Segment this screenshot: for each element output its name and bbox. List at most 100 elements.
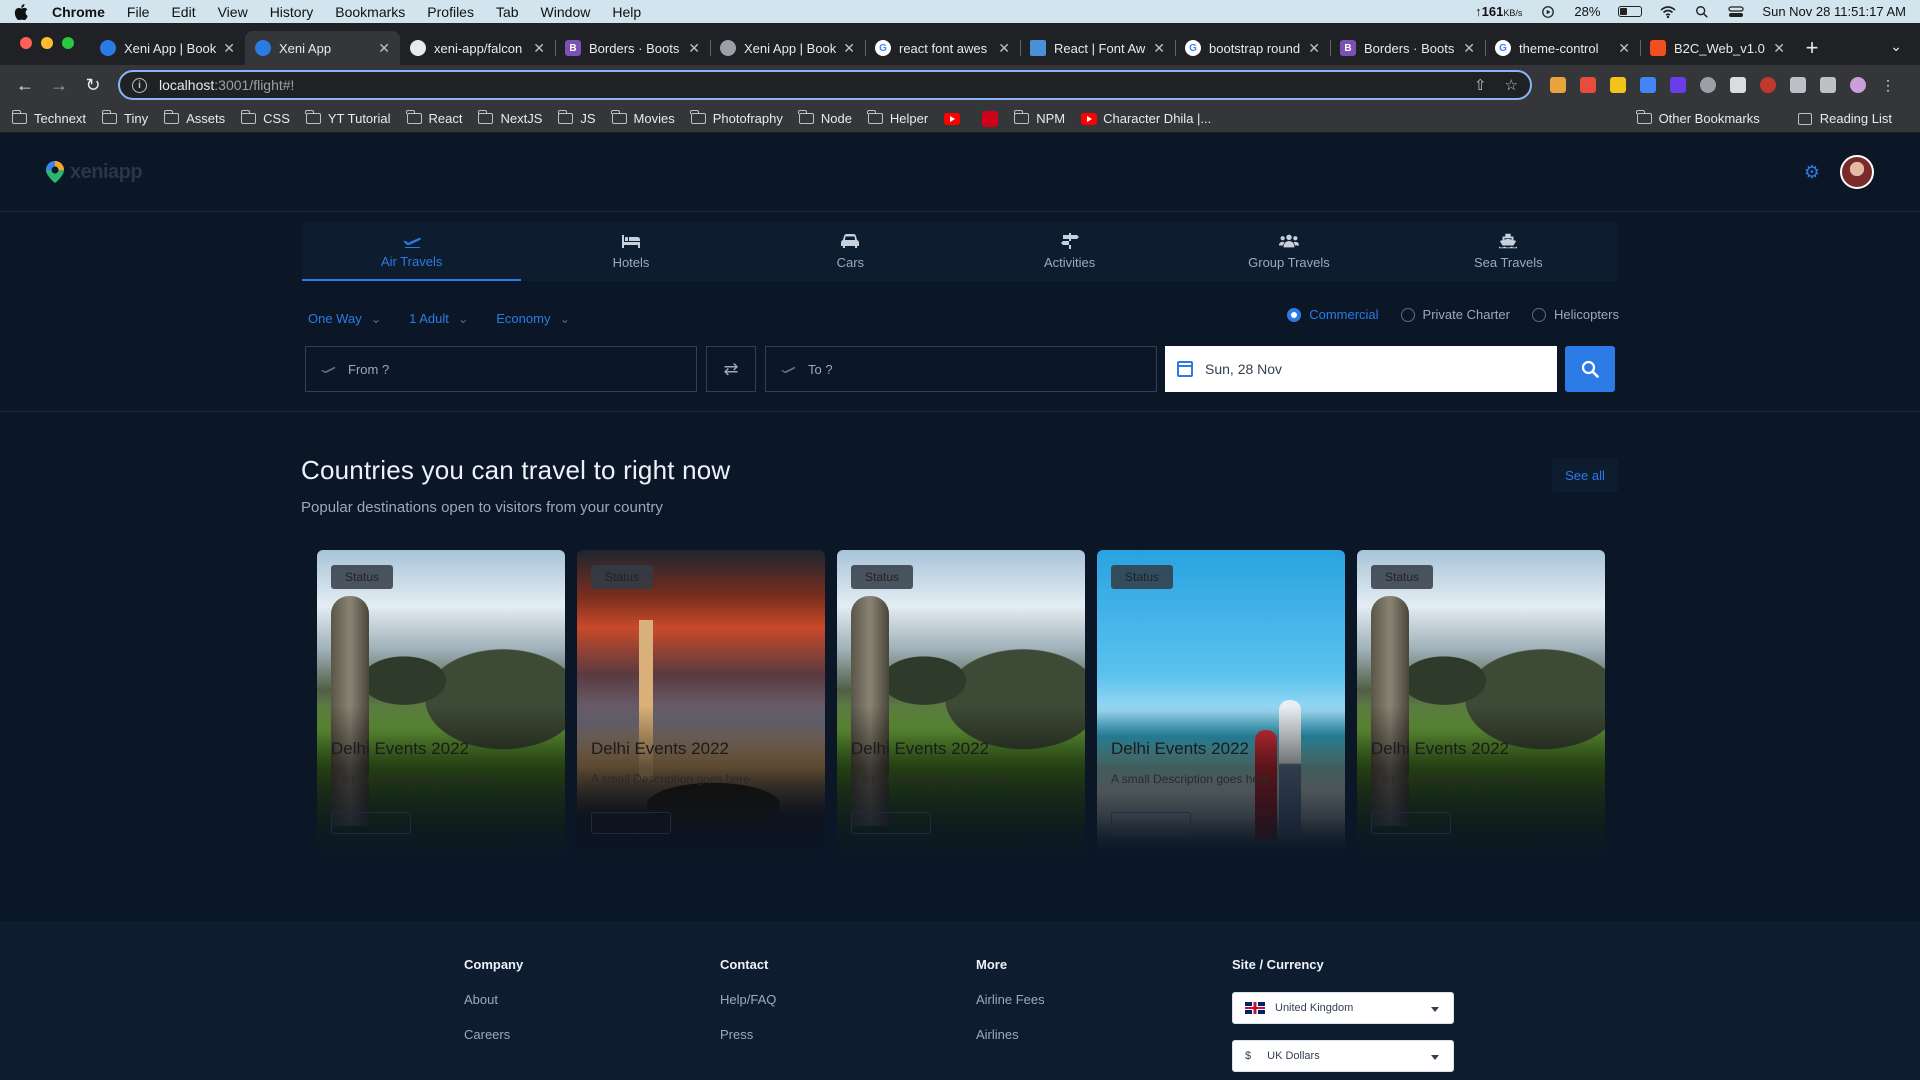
reading-list-icon[interactable]: [1820, 77, 1836, 93]
radio-helicopters[interactable]: Helicopters: [1531, 307, 1619, 322]
bookmark-red-icon[interactable]: [982, 110, 999, 127]
back-button[interactable]: ←: [10, 70, 40, 100]
browser-tab[interactable]: xeni-app/falcon ✕: [400, 31, 555, 65]
country-select[interactable]: United Kingdom: [1232, 992, 1454, 1024]
card-button[interactable]: [1111, 812, 1191, 834]
site-info-icon[interactable]: i: [132, 77, 147, 93]
other-bookmarks[interactable]: Other Bookmarks: [1636, 110, 1760, 126]
share-icon[interactable]: ⇧: [1474, 76, 1487, 94]
translate-extension-icon[interactable]: [1640, 77, 1656, 93]
close-window-button[interactable]: [20, 37, 32, 49]
bookmark-folder[interactable]: NextJS: [477, 110, 542, 126]
bookmark-folder[interactable]: Technext: [11, 110, 86, 126]
browser-tab[interactable]: Xeni App | Book ✕: [710, 31, 865, 65]
bookmark-folder[interactable]: Helper: [867, 110, 928, 126]
menu-tab[interactable]: Tab: [496, 4, 519, 20]
close-tab-icon[interactable]: ✕: [843, 40, 855, 57]
close-tab-icon[interactable]: ✕: [1463, 40, 1475, 57]
radio-commercial[interactable]: Commercial: [1287, 307, 1379, 322]
destination-card[interactable]: Status Delhi Events 2022 A small Descrip…: [317, 550, 565, 861]
card-button[interactable]: [851, 812, 931, 834]
bookmark-folder[interactable]: Photofraphy: [690, 110, 783, 126]
menu-file[interactable]: File: [127, 4, 150, 20]
user-avatar[interactable]: [1840, 155, 1874, 189]
footer-link-careers[interactable]: Careers: [464, 1027, 523, 1042]
menu-view[interactable]: View: [218, 4, 248, 20]
currency-select[interactable]: $ UK Dollars: [1232, 1040, 1454, 1072]
close-tab-icon[interactable]: ✕: [1153, 40, 1165, 57]
chrome-menu-icon[interactable]: ⋮: [1880, 77, 1896, 93]
extension-icon[interactable]: [1550, 77, 1566, 93]
menu-app-name[interactable]: Chrome: [52, 4, 105, 20]
zoom-window-button[interactable]: [62, 37, 74, 49]
close-tab-icon[interactable]: ✕: [1773, 40, 1785, 57]
to-field[interactable]: To ?: [765, 346, 1157, 392]
browser-tab[interactable]: B Borders · Boots ✕: [1330, 31, 1485, 65]
extension-icon[interactable]: [1730, 77, 1746, 93]
bookmark-character[interactable]: Character Dhila |...: [1081, 111, 1211, 126]
close-tab-icon[interactable]: ✕: [533, 40, 545, 57]
bookmark-folder[interactable]: YT Tutorial: [305, 110, 391, 126]
tab-group-travels[interactable]: Group Travels: [1179, 222, 1398, 281]
destination-card[interactable]: Status Delhi Events 2022 A small Descrip…: [577, 550, 825, 861]
close-tab-icon[interactable]: ✕: [998, 40, 1010, 57]
browser-tab[interactable]: B2C_Web_v1.0 ✕: [1640, 31, 1795, 65]
extension-icon[interactable]: [1580, 77, 1596, 93]
browser-tab[interactable]: Xeni App | Book ✕: [90, 31, 245, 65]
browser-tab[interactable]: Gbootstrap round ✕: [1175, 31, 1330, 65]
browser-tab[interactable]: Greact font awes ✕: [865, 31, 1020, 65]
from-field[interactable]: From ?: [305, 346, 697, 392]
new-tab-button[interactable]: +: [1795, 31, 1829, 65]
bookmark-folder[interactable]: Assets: [163, 110, 225, 126]
tab-activities[interactable]: Activities: [960, 222, 1179, 281]
forward-button[interactable]: →: [44, 70, 74, 100]
wifi-icon[interactable]: [1660, 5, 1676, 19]
bookmark-folder[interactable]: JS: [557, 110, 596, 126]
footer-link-help-faq[interactable]: Help/FAQ: [720, 992, 776, 1007]
menu-bookmarks[interactable]: Bookmarks: [335, 4, 405, 20]
footer-link-press[interactable]: Press: [720, 1027, 776, 1042]
footer-link-airline-fees[interactable]: Airline Fees: [976, 992, 1045, 1007]
swap-locations-button[interactable]: ⇄: [706, 346, 756, 392]
reload-button[interactable]: ↻: [78, 70, 108, 100]
menu-clock[interactable]: Sun Nov 28 11:51:17 AM: [1762, 4, 1906, 19]
cabin-class-dropdown[interactable]: Economy: [496, 311, 570, 326]
close-tab-icon[interactable]: ✕: [688, 40, 700, 57]
tab-search-chevron-icon[interactable]: ⌄: [1890, 38, 1920, 65]
close-tab-icon[interactable]: ✕: [223, 40, 235, 57]
address-bar[interactable]: i localhost:3001/flight#! ⇧ ☆: [118, 70, 1532, 100]
tab-air-travels[interactable]: Air Travels: [302, 222, 522, 281]
card-button[interactable]: [1371, 812, 1451, 834]
battery-icon[interactable]: [1618, 6, 1643, 17]
browser-tab[interactable]: B Borders · Boots ✕: [555, 31, 710, 65]
control-center-icon[interactable]: [1728, 5, 1745, 19]
close-tab-icon[interactable]: ✕: [1618, 40, 1630, 57]
menu-edit[interactable]: Edit: [171, 4, 195, 20]
browser-tab-active[interactable]: Xeni App ✕: [245, 31, 400, 65]
bookmark-folder[interactable]: Node: [798, 110, 852, 126]
bookmark-folder[interactable]: React: [406, 110, 462, 126]
profile-avatar-icon[interactable]: [1850, 77, 1866, 93]
menu-profiles[interactable]: Profiles: [427, 4, 474, 20]
minimize-window-button[interactable]: [41, 37, 53, 49]
tab-sea-travels[interactable]: Sea Travels: [1399, 222, 1618, 281]
menu-history[interactable]: History: [270, 4, 314, 20]
tab-cars[interactable]: Cars: [741, 222, 960, 281]
destination-card[interactable]: Status Delhi Events 2022 A small Descrip…: [1097, 550, 1345, 861]
menu-window[interactable]: Window: [541, 4, 591, 20]
card-button[interactable]: [331, 812, 411, 834]
bookmark-folder[interactable]: Movies: [611, 110, 675, 126]
play-circle-icon[interactable]: [1540, 5, 1556, 19]
tab-hotels[interactable]: Hotels: [521, 222, 740, 281]
menu-help[interactable]: Help: [612, 4, 641, 20]
close-tab-icon[interactable]: ✕: [1308, 40, 1320, 57]
bookmark-star-icon[interactable]: ☆: [1505, 76, 1518, 94]
passengers-dropdown[interactable]: 1 Adult: [409, 311, 468, 326]
extension-icon[interactable]: [1670, 77, 1686, 93]
settings-gear-icon[interactable]: ⚙: [1804, 162, 1820, 183]
bookmark-youtube[interactable]: [944, 112, 966, 125]
card-button[interactable]: [591, 812, 671, 834]
spotlight-search-icon[interactable]: [1694, 5, 1710, 19]
close-tab-icon[interactable]: ✕: [378, 40, 390, 57]
app-logo[interactable]: xeniapp: [46, 161, 143, 184]
